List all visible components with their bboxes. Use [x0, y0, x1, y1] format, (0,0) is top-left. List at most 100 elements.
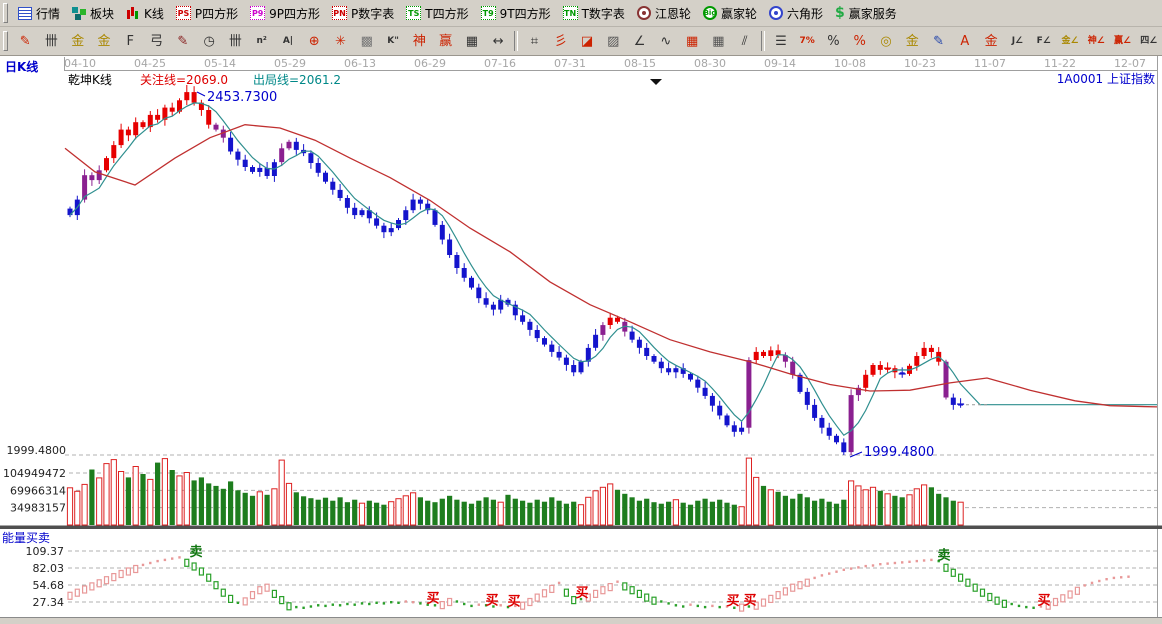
menu-item-t9-square[interactable]: T9 9T四方形 — [475, 3, 557, 24]
oscillator-bar — [1074, 586, 1081, 595]
menu-item-pn-number-table[interactable]: PN P数字表 — [326, 3, 400, 24]
oscillator-dot — [295, 605, 298, 609]
volume-bar — [563, 503, 569, 525]
volume-bar — [432, 502, 438, 525]
star-rays-tool-button[interactable]: ✳ — [327, 29, 353, 53]
menu-item-winner-wheel[interactable]: Big 赢家轮 — [697, 3, 763, 24]
candle-body — [257, 167, 263, 172]
oscillator-layer[interactable]: 卖买买买买买 买卖买 — [67, 544, 1130, 612]
oscillator-bar — [198, 567, 204, 576]
circle-gold-tool-button[interactable]: ◎ — [873, 29, 899, 53]
oscillator-dot — [674, 604, 678, 607]
horizontal-span-tool-button[interactable]: ↔ — [485, 29, 511, 53]
chart-svg[interactable]: 1999.4800 104949472 69966314 34983157 2453.7… — [0, 56, 1162, 624]
shen-angle-tool-button[interactable]: 神∠ — [1083, 29, 1109, 53]
volume-bars-layer[interactable] — [66, 457, 964, 526]
candle-body — [804, 391, 810, 405]
ying-angle-tool-button[interactable]: 赢∠ — [1109, 29, 1135, 53]
angle-mirror-tool-button[interactable]: A| — [275, 29, 301, 53]
zigzag-tool-button[interactable]: ∿ — [653, 29, 679, 53]
volume-bar — [833, 503, 840, 525]
percent-line-tool-button[interactable]: % — [847, 29, 873, 53]
box-fan-tool-2-button[interactable]: ▨ — [600, 29, 626, 53]
menu-item-ts-square[interactable]: TS T四方形 — [400, 3, 474, 24]
candle-body — [950, 397, 956, 405]
candle-body — [578, 361, 584, 373]
ying-tool-button[interactable]: 赢 — [433, 29, 459, 53]
volume-bar — [622, 493, 628, 525]
seven-percent-tool-button[interactable]: 7% — [794, 29, 820, 53]
f-angle-tool-button[interactable]: F∠ — [1031, 29, 1057, 53]
volume-bar — [702, 498, 708, 525]
candle-body — [228, 137, 234, 152]
volume-bar — [884, 493, 891, 526]
hatch-grid-tool-button[interactable]: 卌 — [38, 29, 64, 53]
candlestick-layer[interactable] — [67, 85, 965, 455]
gann-circle-tool-button[interactable]: ⊕ — [301, 29, 327, 53]
hatch-grid-tool-2-button[interactable]: 卌 — [222, 29, 248, 53]
number-grid-tool-button[interactable]: ▦ — [459, 29, 485, 53]
j-angle-tool-button[interactable]: J∠ — [1004, 29, 1030, 53]
angle-line-tool-button[interactable]: ∠ — [626, 29, 652, 53]
four-angle-tool-button[interactable]: 四∠ — [1136, 29, 1162, 53]
oscillator-dot — [149, 561, 152, 565]
volume-bar — [921, 484, 928, 526]
percent-tool-button[interactable]: % — [820, 29, 846, 53]
red-grid-tool-button[interactable]: ▦ — [679, 29, 705, 53]
candle-body — [89, 175, 95, 181]
buy-signal-marker: 买 — [1037, 593, 1050, 608]
pane-separator[interactable] — [0, 525, 1162, 530]
k-wave-tool-button[interactable]: K" — [380, 29, 406, 53]
measure-pen-tool-button[interactable]: ✎ — [170, 29, 196, 53]
time-cycle-tool-button[interactable]: ◷ — [196, 29, 222, 53]
volume-bar — [760, 485, 767, 525]
box-fan-tool-button[interactable]: ◪ — [574, 29, 600, 53]
period-label[interactable]: 日K线 — [5, 58, 38, 75]
box-frame-tool-button[interactable]: ⌗ — [521, 29, 547, 53]
menu-item-p9-square[interactable]: P9 9P四方形 — [244, 3, 326, 24]
menu-item-tn-number-table[interactable]: TN T数字表 — [557, 3, 631, 24]
chart-area[interactable]: 1999.4800 104949472 69966314 34983157 2453.7… — [0, 56, 1162, 624]
candle-body — [213, 124, 219, 130]
web-grid-tool-button[interactable]: ▩ — [354, 29, 380, 53]
a-channel-tool-button[interactable]: A — [952, 29, 978, 53]
indicator-title[interactable]: 能量买卖 — [2, 529, 50, 546]
arc-spring-tool-button[interactable]: 弓 — [143, 29, 169, 53]
pen-bar-tool-button[interactable]: ✎ — [925, 29, 951, 53]
volume-bar — [161, 458, 169, 526]
gold-hline-tool-button[interactable]: 金 — [899, 29, 925, 53]
date-tick: 06-13 — [344, 57, 376, 70]
oscillator-dot — [879, 563, 882, 566]
menu-item-hexagon[interactable]: 六角形 — [763, 3, 829, 24]
n-squared-tool-button[interactable]: n² — [249, 29, 275, 53]
oscillator-dot — [696, 604, 699, 608]
gold-section-tool-2-button[interactable]: 金 — [91, 29, 117, 53]
menubar-grip[interactable] — [3, 3, 8, 23]
menu-item-winner-service[interactable]: $ 赢家服务 — [829, 3, 903, 24]
menu-item-sector-blocks[interactable]: 板块 — [66, 3, 120, 24]
price-annotations: 2453.7300 1999.4800 — [196, 79, 934, 460]
f-lines-tool-button[interactable]: F — [117, 29, 143, 53]
oscillator-bar — [987, 592, 993, 602]
toolbar-grip[interactable] — [3, 31, 8, 51]
pen-draw-tool-button[interactable]: ✎ — [12, 29, 38, 53]
menu-item-ps-square[interactable]: PS P四方形 — [170, 3, 244, 24]
buy-signal-marker: 买 — [726, 594, 739, 609]
parallel-slant-tool-button[interactable]: ⫽ — [732, 29, 758, 53]
grid-arrow-tool-button[interactable]: ▦ — [705, 29, 731, 53]
gold-section-tool-button[interactable]: 金 — [65, 29, 91, 53]
gold-angle-tool-button[interactable]: 金∠ — [1057, 29, 1083, 53]
shen-tool-button[interactable]: 神 — [406, 29, 432, 53]
volume-bar — [132, 466, 139, 526]
gold-line-red-tool-button[interactable]: 金 — [978, 29, 1004, 53]
candle-body — [673, 368, 679, 373]
menu-item-market-grid[interactable]: 行情 — [12, 3, 66, 24]
candle-body — [753, 351, 759, 360]
price-scale-tool-button[interactable]: ☰ — [768, 29, 794, 53]
candle-body — [527, 321, 533, 330]
volume-bar — [220, 488, 226, 525]
menu-item-kline-candles[interactable]: K线 — [120, 3, 170, 24]
menu-item-gann-wheel[interactable]: 江恩轮 — [631, 3, 697, 24]
candle-body — [717, 405, 723, 416]
fan-rays-tool-button[interactable]: 彡 — [548, 29, 574, 53]
